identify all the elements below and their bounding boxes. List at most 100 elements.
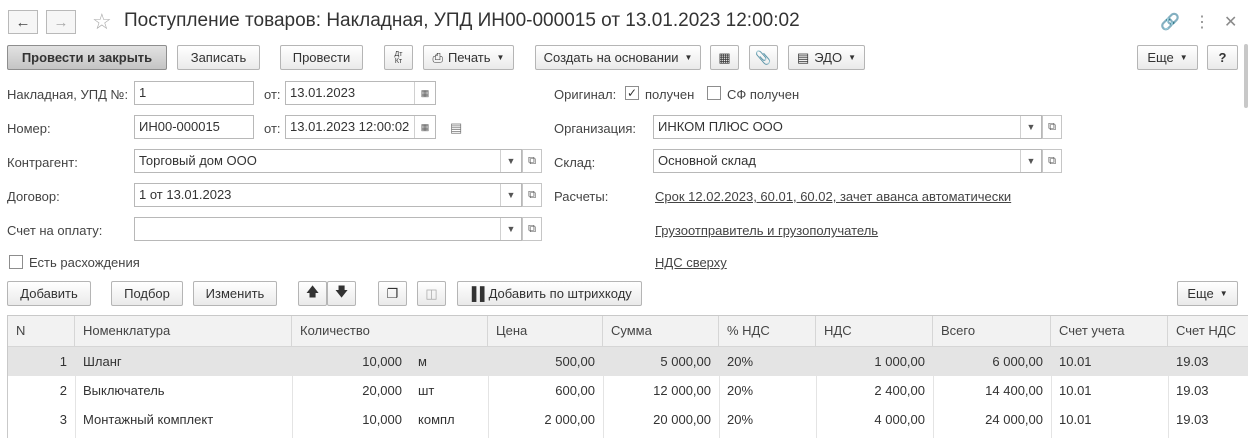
contractor-input[interactable]: Торговый дом ООО ▼ [134, 149, 522, 173]
cell-unit: м [418, 354, 427, 369]
post-button[interactable]: Провести [280, 45, 363, 70]
checkmark-icon: ✓ [626, 86, 638, 100]
shipper-consignee-link[interactable]: Грузоотправитель и грузополучатель [655, 223, 878, 238]
edo-label: ЭДО [814, 50, 843, 65]
dt-kt-button[interactable]: Дт Кт [384, 45, 413, 70]
attach-button[interactable]: 📎 [749, 45, 778, 70]
open-icon: ⧉ [528, 154, 536, 167]
sf-received-label: СФ получен [727, 87, 800, 102]
more-vertical-icon[interactable]: ⋮ [1194, 12, 1210, 32]
dt-kt-icon: Дт Кт [394, 50, 403, 65]
col-quantity-header[interactable]: Количество [292, 316, 488, 347]
contract-input[interactable]: 1 от 13.01.2023 ▼ [134, 183, 522, 207]
col-vat-header[interactable]: НДС [816, 316, 933, 347]
col-sum-header[interactable]: Сумма [603, 316, 719, 347]
favorite-star-icon[interactable]: ☆ [92, 9, 112, 35]
organization-input[interactable]: ИНКОМ ПЛЮС ООО ▼ [653, 115, 1042, 139]
col-total-header[interactable]: Всего [933, 316, 1051, 347]
calendar-icon[interactable]: ▦ [414, 116, 435, 138]
contract-open-button[interactable]: ⧉ [522, 183, 542, 207]
cell-vat-account: 19.03 [1176, 354, 1209, 369]
pay-invoice-input[interactable]: ▼ [134, 217, 522, 241]
move-down-button[interactable]: 🡇 [327, 281, 356, 306]
calendar-icon[interactable]: ▦ [414, 82, 435, 104]
number-date-input[interactable]: 13.01.2023 12:00:02 ▦ [285, 115, 436, 139]
save-button[interactable]: Записать [177, 45, 260, 70]
invoice-number-label: Накладная, УПД №: [7, 87, 129, 102]
invoice-date-input[interactable]: 13.01.2023 ▦ [285, 81, 436, 105]
col-nomenclature-header[interactable]: Номенклатура [75, 316, 292, 347]
organization-value: ИНКОМ ПЛЮС ООО [658, 119, 783, 134]
col-account-header[interactable]: Счет учета [1051, 316, 1168, 347]
chevron-down-icon: ▼ [848, 53, 857, 62]
forward-button[interactable]: → [46, 10, 76, 34]
arrow-right-icon: → [53, 13, 69, 31]
cell-vat: 1 000,00 [874, 354, 925, 369]
chevron-down-icon[interactable]: ▼ [500, 150, 521, 172]
cell-sum: 5 000,00 [660, 354, 711, 369]
table-row[interactable]: 2 Выключатель 20,000 шт 600,00 12 000,00… [8, 376, 1248, 405]
chevron-down-icon[interactable]: ▼ [1020, 150, 1041, 172]
post-and-close-button[interactable]: Провести и закрыть [7, 45, 167, 70]
pick-button[interactable]: Подбор [111, 281, 183, 306]
link-icon[interactable]: 🔗 [1160, 12, 1180, 32]
pay-invoice-open-button[interactable]: ⧉ [522, 217, 542, 241]
chevron-down-icon: ▼ [1219, 289, 1228, 298]
cell-n: 2 [59, 383, 67, 398]
create-based-on-button[interactable]: Создать на основании ▼ [535, 45, 701, 70]
back-button[interactable]: ← [8, 10, 38, 34]
contractor-open-button[interactable]: ⧉ [522, 149, 542, 173]
discrepancy-label: Есть расхождения [29, 255, 140, 270]
warehouse-label: Склад: [554, 155, 596, 170]
warehouse-input[interactable]: Основной склад ▼ [653, 149, 1042, 173]
history-icon[interactable]: ▤ [450, 120, 462, 136]
discrepancy-checkbox[interactable] [9, 255, 23, 269]
print-button[interactable]: ⎙ Печать ▼ [423, 45, 514, 70]
chevron-down-icon: ▼ [496, 53, 505, 62]
structure-button[interactable]: ▦ [710, 45, 739, 70]
cell-price: 500,00 [555, 354, 595, 369]
help-button[interactable]: ? [1207, 45, 1238, 70]
add-by-barcode-button[interactable]: ▐▐ Добавить по штрихкоду [457, 281, 642, 306]
cell-n: 1 [59, 354, 67, 369]
arrow-up-icon: 🡅 [305, 283, 320, 299]
cell-nomenclature: Выключатель [83, 383, 165, 398]
warehouse-open-button[interactable]: ⧉ [1042, 149, 1062, 173]
col-price-header[interactable]: Цена [488, 316, 603, 347]
table-header: N Номенклатура Количество Цена Сумма % Н… [8, 316, 1248, 347]
col-vat-rate-header[interactable]: % НДС [719, 316, 816, 347]
close-icon[interactable]: ✕ [1224, 12, 1237, 32]
add-row-button[interactable]: Добавить [7, 281, 91, 306]
move-up-button[interactable]: 🡅 [298, 281, 327, 306]
invoice-date-label: от: [264, 87, 281, 102]
number-input[interactable]: ИН00-000015 [134, 115, 254, 139]
more-button[interactable]: Еще ▼ [1137, 45, 1198, 70]
col-n-header[interactable]: N [8, 316, 75, 347]
chevron-down-icon[interactable]: ▼ [1020, 116, 1041, 138]
page-scrollbar[interactable] [1244, 44, 1248, 108]
cell-account: 10.01 [1059, 412, 1092, 427]
open-icon: ⧉ [528, 188, 536, 201]
chevron-down-icon[interactable]: ▼ [500, 184, 521, 206]
edo-icon: ▤ [796, 49, 810, 65]
invoice-number-input[interactable]: 1 [134, 81, 254, 105]
change-button[interactable]: Изменить [193, 281, 277, 306]
organization-label: Организация: [554, 121, 637, 136]
organization-open-button[interactable]: ⧉ [1042, 115, 1062, 139]
col-vat-account-header[interactable]: Счет НДС [1168, 316, 1248, 347]
edo-button[interactable]: ▤ ЭДО ▼ [788, 45, 865, 70]
number-date-label: от: [264, 121, 281, 136]
vat-on-top-link[interactable]: НДС сверху [655, 255, 727, 270]
table-row[interactable]: 3 Монтажный комплект 10,000 компл 2 000,… [8, 405, 1248, 434]
table-row[interactable]: 1 Шланг 10,000 м 500,00 5 000,00 20% 1 0… [8, 347, 1248, 376]
paste-rows-button[interactable]: ◫ [417, 281, 446, 306]
sf-received-checkbox[interactable] [707, 86, 721, 100]
settlements-link[interactable]: Срок 12.02.2023, 60.01, 60.02, зачет ава… [655, 189, 1011, 204]
chevron-down-icon[interactable]: ▼ [500, 218, 521, 240]
table-more-button[interactable]: Еще ▼ [1177, 281, 1238, 306]
received-checkbox[interactable]: ✓ [625, 86, 639, 100]
copy-rows-button[interactable]: ❐ [378, 281, 407, 306]
contractor-value: Торговый дом ООО [139, 153, 257, 168]
cell-price: 2 000,00 [544, 412, 595, 427]
cell-vat: 4 000,00 [874, 412, 925, 427]
